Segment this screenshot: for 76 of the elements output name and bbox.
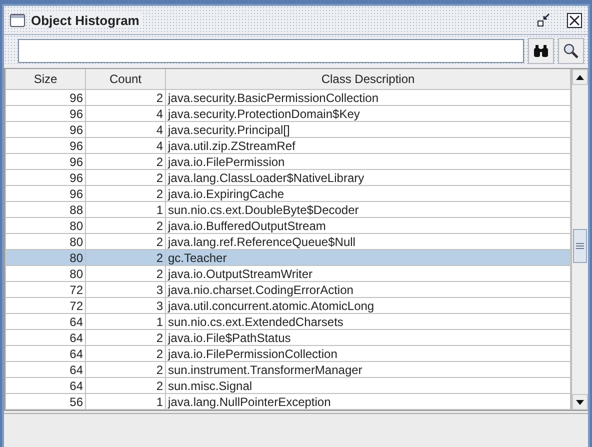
table-cell: 2 [86,154,166,170]
table-cell: 80 [6,234,86,250]
table-cell: 1 [86,394,166,410]
table-cell: java.security.ProtectionDomain$Key [166,106,571,122]
table-cell: 2 [86,250,166,266]
column-header[interactable]: Class Description [166,69,571,90]
table-cell: 1 [86,314,166,330]
table-cell: 4 [86,138,166,154]
table-cell: java.io.OutputStreamWriter [166,266,571,282]
scroll-down-icon[interactable] [576,400,584,404]
table-cell: java.io.FilePermissionCollection [166,346,571,362]
table-cell: 96 [6,138,86,154]
table-cell: sun.nio.cs.ext.ExtendedCharsets [166,314,571,330]
table-cell: java.lang.NullPointerException [166,394,571,410]
table-cell: java.nio.charset.CodingErrorAction [166,282,571,298]
table-cell: 80 [6,266,86,282]
table-cell: 2 [86,218,166,234]
table-cell: gc.Teacher [166,250,571,266]
search-icon [563,42,579,58]
table-cell: 3 [86,298,166,314]
table-cell: 2 [86,362,166,378]
table-cell: 64 [6,346,86,362]
table-cell: 2 [86,266,166,282]
scrollbar[interactable] [571,69,588,410]
table-cell: java.util.zip.ZStreamRef [166,138,571,154]
table-cell: 96 [6,186,86,202]
find-button[interactable] [528,38,554,64]
table-cell: sun.nio.cs.ext.DoubleByte$Decoder [166,202,571,218]
table-cell: 80 [6,218,86,234]
table-cell: 1 [86,202,166,218]
binoculars-icon [533,44,549,58]
column-header[interactable]: Count [86,69,166,90]
scroll-up-icon[interactable] [576,74,584,80]
table-cell: 2 [86,186,166,202]
window-icon [10,14,25,26]
table-cell: 56 [6,394,86,410]
table-cell: sun.misc.Signal [166,378,571,394]
table-cell: sun.instrument.TransformerManager [166,362,571,378]
table-cell: 2 [86,378,166,394]
table-cell: 3 [86,282,166,298]
table-cell: java.io.BufferedOutputStream [166,218,571,234]
table-cell: 2 [86,90,166,106]
table-cell: 96 [6,154,86,170]
table-cell: 64 [6,330,86,346]
table-cell: 88 [6,202,86,218]
table-cell: 4 [86,122,166,138]
column-header[interactable]: Size [6,69,86,90]
table-cell: 96 [6,90,86,106]
search-button[interactable] [558,38,584,64]
table-cell: java.io.FilePermission [166,154,571,170]
close-icon[interactable] [567,12,582,28]
table-cell: 72 [6,298,86,314]
table-cell: java.io.ExpiringCache [166,186,571,202]
grip-icon[interactable] [576,243,584,249]
table-cell: 96 [6,106,86,122]
table-cell: java.lang.ClassLoader$NativeLibrary [166,170,571,186]
search-field[interactable] [18,38,524,62]
table-cell: 96 [6,122,86,138]
window-title: Object Histogram [31,12,144,28]
table-cell: 80 [6,250,86,266]
table-cell: 64 [6,378,86,394]
table-cell: 2 [86,234,166,250]
table-cell: java.io.File$PathStatus [166,330,571,346]
table-cell: 2 [86,346,166,362]
table-cell: 2 [86,330,166,346]
table-cell: 2 [86,170,166,186]
table-cell: java.lang.ref.ReferenceQueue$Null [166,234,571,250]
table-cell: 64 [6,314,86,330]
table-cell: java.security.BasicPermissionCollection [166,90,571,106]
table-cell: 64 [6,362,86,378]
table-cell: java.security.Principal[] [166,122,571,138]
table-cell: 96 [6,170,86,186]
table-cell: 4 [86,106,166,122]
table-cell: java.util.concurrent.atomic.AtomicLong [166,298,571,314]
minimize-icon[interactable] [537,13,551,27]
table-cell: 72 [6,282,86,298]
